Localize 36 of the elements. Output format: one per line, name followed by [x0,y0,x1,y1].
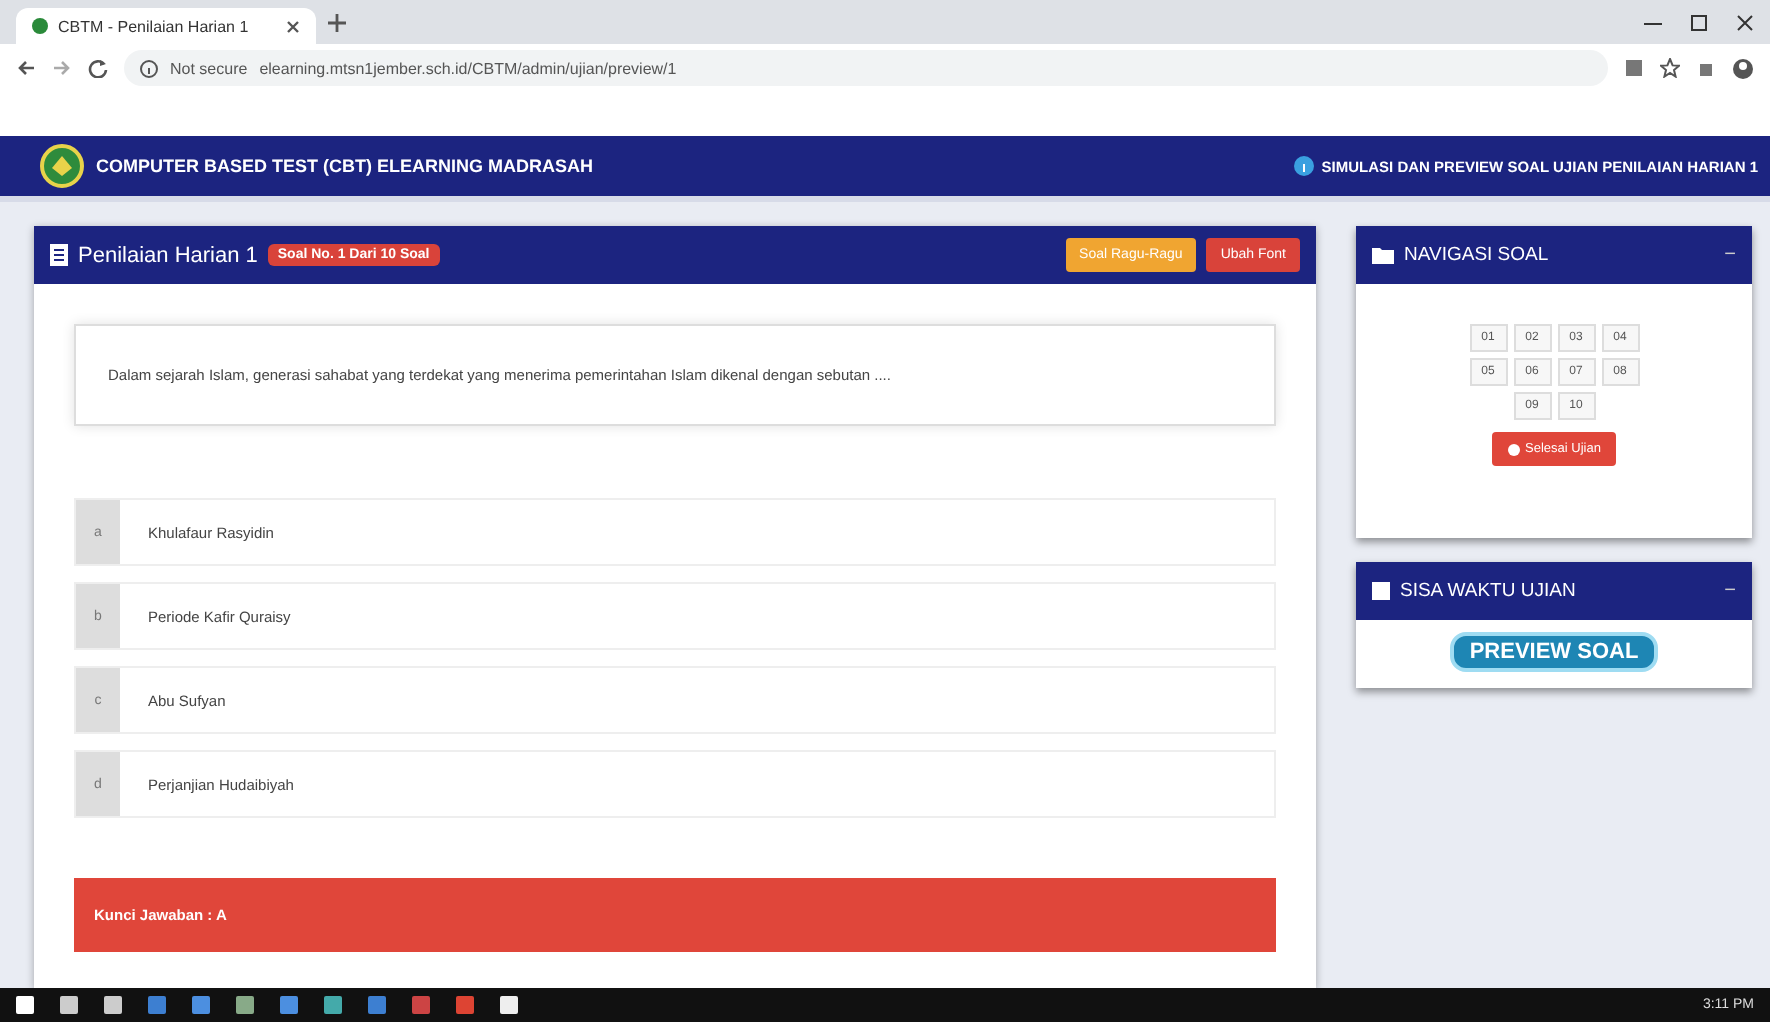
collapse-icon[interactable]: − [1724,580,1736,602]
folder-icon [1372,246,1394,264]
close-icon[interactable] [286,19,300,33]
panel-title: SISA WAKTU UJIAN [1400,580,1576,602]
info-icon [140,59,158,77]
emblem-icon [40,144,84,188]
app-icon[interactable] [456,996,474,1014]
browser-tab[interactable]: CBTM - Penilaian Harian 1 [16,8,316,44]
app-icon[interactable] [324,996,342,1014]
app-icon[interactable] [148,996,166,1014]
collapse-icon[interactable]: − [1724,244,1736,266]
app-icon[interactable] [368,996,386,1014]
reload-icon[interactable] [88,58,108,78]
close-icon[interactable] [1736,13,1754,31]
maximize-icon[interactable] [1690,13,1708,31]
url-text: elearning.mtsn1jember.sch.id/CBTM/admin/ujian/preview/1 [259,59,677,77]
tab-title: CBTM - Penilaian Harian 1 [58,17,251,35]
app-icon[interactable] [412,996,430,1014]
info-icon [1293,156,1314,176]
security-label: Not secure [170,59,248,77]
address-bar[interactable]: Not secure elearning.mtsn1jember.sch.id/CBTM/admin/ujian/preview/1 [124,50,1608,86]
forward-icon[interactable] [52,58,72,78]
panel-title: NAVIGASI SOAL [1404,244,1549,266]
new-tab-icon[interactable] [328,13,346,31]
app-icon[interactable] [500,996,518,1014]
app-title: COMPUTER BASED TEST (CBT) ELEARNING MADRASAH [96,156,593,176]
back-icon[interactable] [16,58,36,78]
star-icon[interactable] [1660,58,1680,78]
preview-badge: PREVIEW SOAL [1449,632,1659,672]
app-icon[interactable] [280,996,298,1014]
document-icon [50,244,68,266]
app-icon[interactable] [236,996,254,1014]
stop-icon [1507,443,1520,455]
panel-title: Penilaian Harian 1 [78,243,258,267]
account-icon[interactable] [1732,57,1754,79]
app-icon[interactable] [192,996,210,1014]
